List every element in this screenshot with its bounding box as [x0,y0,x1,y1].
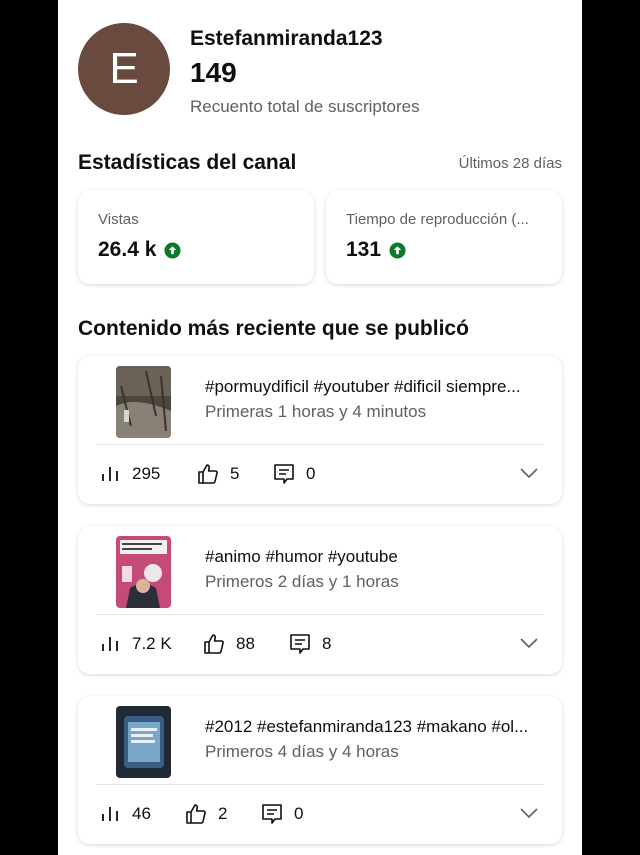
comment-icon [274,464,294,484]
comments-metric: 8 [288,624,331,664]
comments-metric: 0 [272,454,315,494]
watch-time-value-row: 131 [346,238,406,262]
likes-count: 5 [230,464,240,483]
bar-chart-icon [102,467,118,481]
video-metrics: 7.2 K 88 8 [100,624,540,664]
video-card[interactable]: #pormuydificil #youtuber #dificil siempr… [78,356,562,504]
channel-dashboard: E Estefanmiranda123 149 Recuento total d… [58,0,582,855]
divider [96,784,544,785]
comments-metric: 0 [260,794,303,834]
video-card[interactable]: #2012 #estefanmiranda123 #makano #ol... … [78,696,562,844]
watch-time-card[interactable]: Tiempo de reproducción (... 131 [326,190,562,284]
recent-content-title: Contenido más reciente que se publicó [78,317,469,340]
comments-count: 0 [306,464,316,483]
thumbs-up-icon [186,804,206,824]
views-count: 46 [132,804,151,823]
views-value-row: 26.4 k [98,238,181,262]
bar-chart-icon [102,637,118,651]
video-card[interactable]: #animo #humor #youtube Primeros 2 días y… [78,526,562,674]
trend-up-icon [389,241,406,259]
channel-name: Estefanmiranda123 [190,27,383,50]
subscriber-count: 149 [190,57,237,88]
thumbs-up-icon [204,634,224,654]
video-title[interactable]: #animo #humor #youtube [205,547,545,567]
channel-stats-title: Estadísticas del canal [78,151,297,174]
video-title[interactable]: #2012 #estefanmiranda123 #makano #ol... [205,717,545,737]
comments-count: 8 [322,634,332,653]
comment-icon [262,804,282,824]
stats-period: Últimos 28 días [458,155,562,172]
views-metric: 295 [100,454,160,494]
views-label: Vistas [98,211,139,228]
chevron-down-icon[interactable] [518,632,540,654]
video-metrics: 295 5 0 [100,454,540,494]
avatar[interactable]: E [78,23,170,115]
comment-icon [290,634,310,654]
likes-metric: 2 [184,794,227,834]
divider [96,444,544,445]
divider [96,614,544,615]
likes-count: 2 [218,804,228,823]
video-time-period: Primeros 2 días y 1 horas [205,572,399,591]
watch-time-value: 131 [346,238,382,261]
channel-header: E Estefanmiranda123 149 Recuento total d… [78,23,558,119]
video-thumbnail[interactable] [116,366,171,438]
subscriber-count-label: Recuento total de suscriptores [190,97,420,116]
watch-time-label: Tiempo de reproducción (... [346,211,529,228]
video-time-period: Primeras 1 horas y 4 minutos [205,402,427,421]
views-card[interactable]: Vistas 26.4 k [78,190,314,284]
likes-metric: 88 [202,624,255,664]
views-value: 26.4 k [98,238,157,261]
likes-count: 88 [236,634,255,653]
views-count: 7.2 K [132,634,172,653]
video-thumbnail[interactable] [116,706,171,778]
bar-chart-icon [102,807,118,821]
likes-metric: 5 [196,454,239,494]
views-count: 295 [132,464,161,483]
chevron-down-icon[interactable] [518,462,540,484]
video-time-period: Primeros 4 días y 4 horas [205,742,399,761]
trend-up-icon [164,241,181,259]
video-title[interactable]: #pormuydificil #youtuber #dificil siempr… [205,377,545,397]
chevron-down-icon[interactable] [518,802,540,824]
video-thumbnail[interactable] [116,536,171,608]
thumbs-up-icon [198,464,218,484]
video-metrics: 46 2 0 [100,794,540,834]
views-metric: 46 [100,794,151,834]
views-metric: 7.2 K [100,624,172,664]
comments-count: 0 [294,804,304,823]
